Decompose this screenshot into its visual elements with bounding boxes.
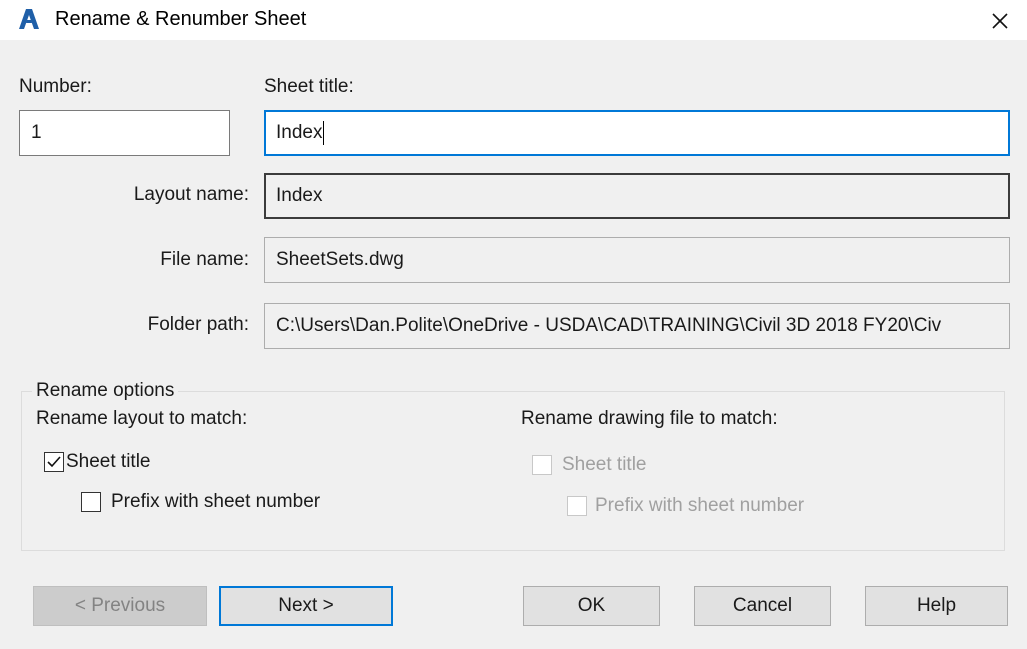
folder-path-field: C:\Users\Dan.Polite\OneDrive - USDA\CAD\…: [264, 303, 1010, 349]
layout-name-value: Index: [276, 185, 323, 206]
number-value: 1: [31, 122, 42, 143]
checkmark-icon: [47, 456, 61, 468]
folder-path-label: Folder path:: [147, 314, 249, 335]
sheet-title-label: Sheet title:: [264, 76, 354, 97]
drawing-sheet-title-label: Sheet title: [562, 454, 647, 475]
drawing-prefix-checkbox: [567, 496, 587, 516]
drawing-sheet-title-checkbox: [532, 455, 552, 475]
cancel-button[interactable]: Cancel: [694, 586, 831, 626]
file-name-value: SheetSets.dwg: [276, 249, 404, 270]
layout-prefix-label[interactable]: Prefix with sheet number: [111, 491, 320, 513]
previous-button: < Previous: [33, 586, 207, 626]
number-field[interactable]: 1: [19, 110, 230, 156]
file-name-label: File name:: [160, 249, 249, 270]
rename-options-legend: Rename options: [32, 380, 179, 402]
help-button[interactable]: Help: [865, 586, 1008, 626]
folder-path-value: C:\Users\Dan.Polite\OneDrive - USDA\CAD\…: [276, 315, 942, 336]
layout-prefix-checkbox[interactable]: [81, 492, 101, 512]
autocad-a-icon: [17, 7, 41, 31]
close-icon[interactable]: [984, 4, 1016, 36]
window-title: Rename & Renumber Sheet: [55, 8, 307, 30]
ok-button[interactable]: OK: [523, 586, 660, 626]
layout-sheet-title-checkbox[interactable]: [44, 452, 64, 472]
sheet-title-field[interactable]: Index: [264, 110, 1010, 156]
rename-layout-heading: Rename layout to match:: [36, 408, 248, 429]
sheet-title-value: Index: [276, 122, 323, 143]
number-label: Number:: [19, 76, 92, 97]
rename-drawing-heading: Rename drawing file to match:: [521, 408, 778, 429]
drawing-prefix-label: Prefix with sheet number: [595, 495, 805, 516]
file-name-field: SheetSets.dwg: [264, 237, 1010, 283]
layout-sheet-title-label[interactable]: Sheet title: [66, 451, 151, 473]
text-caret: [323, 120, 325, 145]
layout-name-field: Index: [264, 173, 1010, 219]
next-button[interactable]: Next >: [219, 586, 393, 626]
layout-name-label: Layout name:: [133, 184, 249, 205]
